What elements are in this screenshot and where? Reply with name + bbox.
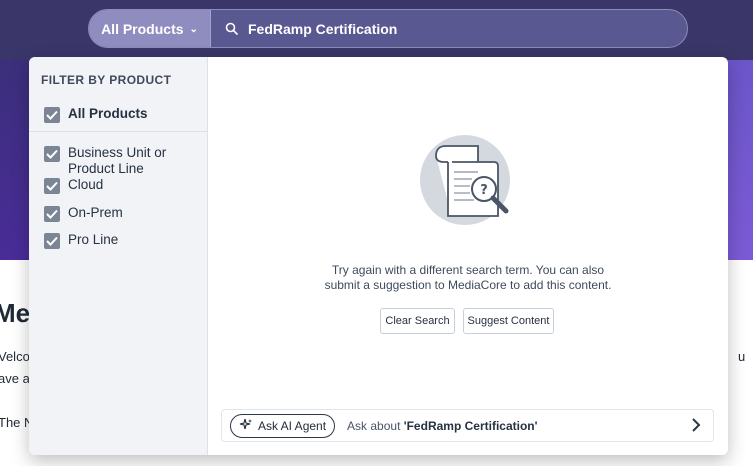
empty-state-line: Try again with a different search term. … <box>331 263 605 277</box>
search-bar: All Products ⌄ <box>88 9 688 48</box>
filter-item-label: Pro Line <box>68 232 119 247</box>
filter-item-label: Business Unit or Product Line <box>68 145 167 176</box>
chevron-down-icon: ⌄ <box>189 24 198 35</box>
svg-text:?: ? <box>480 183 488 198</box>
search-field <box>211 10 687 47</box>
ask-ai-agent-label: Ask AI Agent <box>258 418 327 433</box>
filter-item-label: All Products <box>68 106 148 121</box>
checkbox-checked-icon[interactable] <box>44 233 60 249</box>
filter-divider <box>29 131 208 132</box>
filter-item-cloud[interactable]: Cloud <box>44 177 103 194</box>
filter-item-label: Cloud <box>68 177 104 192</box>
results-area: ? Try again with a different search term… <box>208 57 728 455</box>
intro-text-fragment: u <box>738 349 746 364</box>
empty-state-message: Try again with a different search term. … <box>268 263 668 293</box>
checkbox-checked-icon[interactable] <box>44 107 60 123</box>
filter-item-all-products[interactable]: All Products <box>44 106 148 123</box>
ask-query: 'FedRamp Certification' <box>403 418 538 433</box>
filter-item-label: On-Prem <box>68 205 123 220</box>
checkbox-checked-icon[interactable] <box>44 146 60 162</box>
suggest-content-button[interactable]: Suggest Content <box>463 308 554 334</box>
scope-label: All Products <box>101 20 184 37</box>
search-input[interactable] <box>248 20 668 37</box>
intro-text-line: ave a <box>0 371 30 386</box>
ask-ai-bar[interactable]: Ask AI Agent Ask about 'FedRamp Certific… <box>221 409 714 442</box>
chevron-right-icon[interactable] <box>691 417 701 438</box>
filter-item-on-prem[interactable]: On-Prem <box>44 205 123 222</box>
clear-search-button[interactable]: Clear Search <box>380 308 455 334</box>
filter-title: FILTER BY PRODUCT <box>41 73 172 87</box>
search-results-panel: FILTER BY PRODUCT All Products Business … <box>29 57 728 455</box>
no-results-illustration-icon: ? <box>418 132 518 232</box>
search-icon <box>225 22 238 35</box>
ask-prefix: Ask about <box>347 418 404 433</box>
checkbox-checked-icon[interactable] <box>44 178 60 194</box>
filter-item-business-unit[interactable]: Business Unit or Product Line <box>44 145 194 177</box>
hero-banner-edge <box>728 60 753 260</box>
ask-ai-agent-button[interactable]: Ask AI Agent <box>230 413 336 438</box>
filter-item-pro-line[interactable]: Pro Line <box>44 232 118 249</box>
empty-state-line: submit a suggestion to MediaCore to add … <box>324 278 612 292</box>
intro-text-line: Velco <box>0 349 30 364</box>
ask-about-text: Ask about 'FedRamp Certification' <box>347 419 537 433</box>
product-scope-dropdown[interactable]: All Products ⌄ <box>89 10 211 47</box>
sparkle-icon <box>239 418 252 434</box>
product-filter: FILTER BY PRODUCT All Products Business … <box>29 57 208 455</box>
checkbox-checked-icon[interactable] <box>44 206 60 222</box>
